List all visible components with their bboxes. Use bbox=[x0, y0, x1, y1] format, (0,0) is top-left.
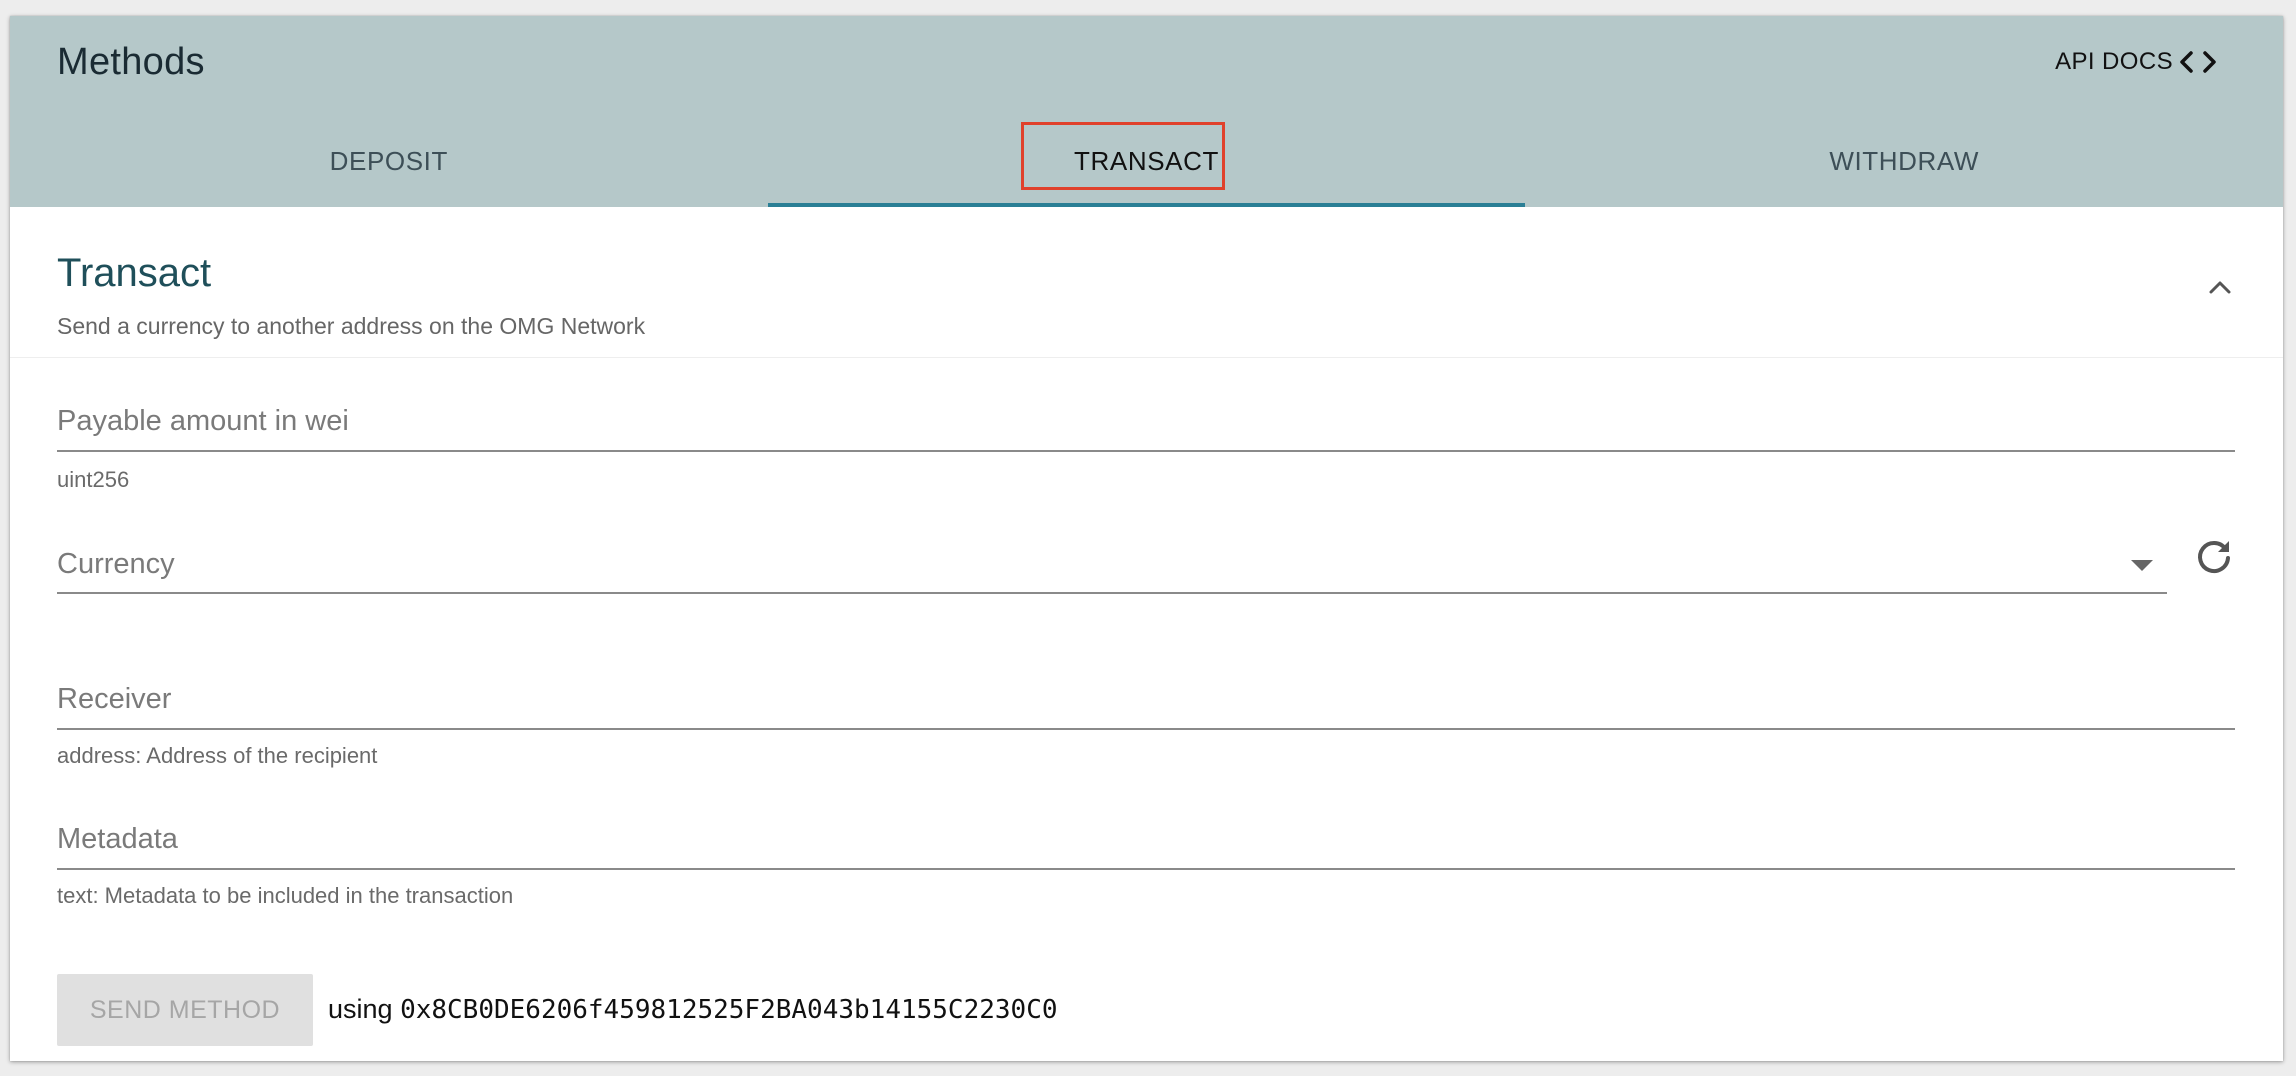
caret-down-icon bbox=[2131, 560, 2153, 571]
receiver-field[interactable] bbox=[57, 670, 2235, 730]
amount-field[interactable] bbox=[57, 392, 2235, 452]
api-docs-link[interactable]: API DOCS bbox=[2055, 48, 2219, 76]
methods-header: Methods API DOCS DEPOSIT TRANSACT WITHDR… bbox=[10, 16, 2283, 207]
using-label: using bbox=[328, 994, 393, 1024]
page-title: Methods bbox=[57, 41, 205, 83]
metadata-input[interactable] bbox=[57, 810, 2235, 868]
tab-withdraw-label: WITHDRAW bbox=[1829, 146, 1980, 176]
chevron-up-icon[interactable] bbox=[2205, 273, 2235, 303]
tab-withdraw[interactable]: WITHDRAW bbox=[1525, 116, 2283, 207]
section-subtitle: Send a currency to another address on th… bbox=[57, 313, 646, 339]
currency-select[interactable]: Currency bbox=[57, 534, 2167, 594]
amount-input[interactable] bbox=[57, 392, 2235, 450]
methods-card: Methods API DOCS DEPOSIT TRANSACT WITHDR… bbox=[10, 16, 2283, 1061]
amount-helper: uint256 bbox=[57, 467, 130, 492]
account-address: 0x8CB0DE6206f459812525F2BA043b14155C2230… bbox=[400, 995, 1058, 1025]
tab-transact[interactable]: TRANSACT bbox=[767, 116, 1526, 207]
currency-placeholder: Currency bbox=[57, 548, 175, 580]
transact-section-header[interactable]: Transact Send a currency to another addr… bbox=[10, 207, 2283, 358]
method-tabs: DEPOSIT TRANSACT WITHDRAW bbox=[10, 116, 2283, 207]
section-title: Transact bbox=[57, 251, 212, 295]
refresh-icon[interactable] bbox=[2191, 535, 2237, 581]
metadata-field[interactable] bbox=[57, 810, 2235, 870]
code-brackets-icon bbox=[2180, 51, 2216, 73]
using-account: using 0x8CB0DE6206f459812525F2BA043b1415… bbox=[328, 994, 1058, 1025]
receiver-input[interactable] bbox=[57, 670, 2235, 728]
metadata-helper: text: Metadata to be included in the tra… bbox=[57, 883, 514, 908]
tab-deposit[interactable]: DEPOSIT bbox=[10, 116, 768, 207]
tab-transact-label: TRANSACT bbox=[1074, 146, 1219, 176]
tab-deposit-label: DEPOSIT bbox=[329, 146, 448, 176]
api-docs-label: API DOCS bbox=[2055, 48, 2173, 75]
send-method-button[interactable]: SEND METHOD bbox=[57, 974, 313, 1046]
receiver-helper: address: Address of the recipient bbox=[57, 743, 378, 768]
